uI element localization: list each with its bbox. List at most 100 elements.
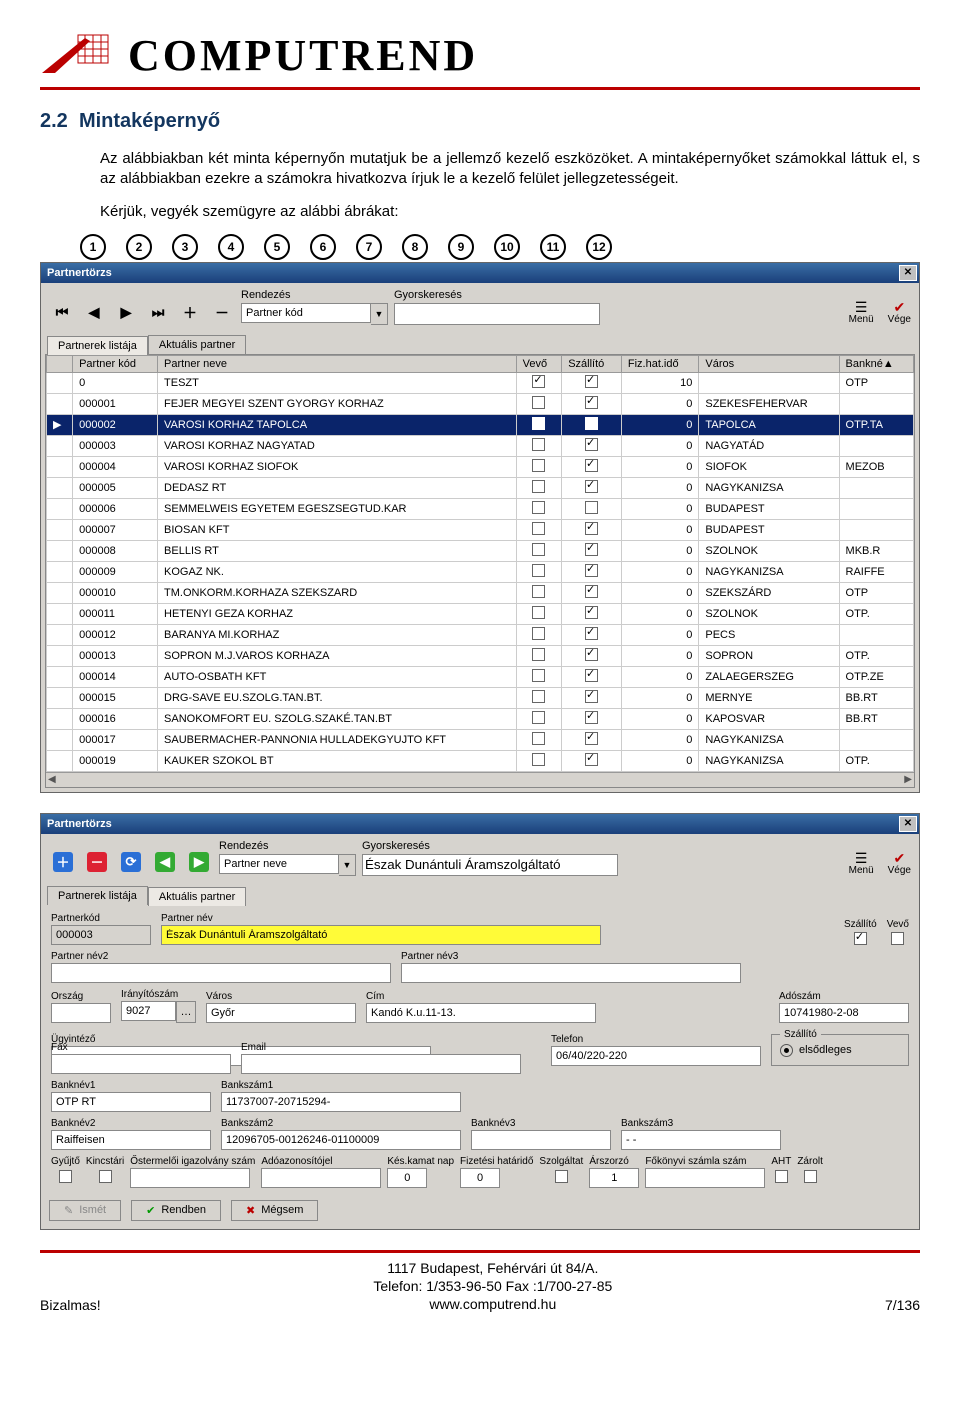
- table-row[interactable]: 000015DRG-SAVE EU.SZOLG.TAN.BT.0MERNYEBB…: [47, 687, 914, 708]
- scroll-left-icon[interactable]: ◀: [48, 774, 56, 785]
- tab-current[interactable]: Aktuális partner: [148, 335, 246, 354]
- bs3-field[interactable]: [621, 1130, 781, 1150]
- varos-field[interactable]: [206, 1003, 356, 1023]
- col-header[interactable]: Partner kód: [73, 355, 158, 372]
- cim-field[interactable]: [366, 1003, 596, 1023]
- col-header[interactable]: Fiz.hat.idő: [621, 355, 699, 372]
- lbl-cim: Cím: [366, 991, 596, 1002]
- table-row[interactable]: 0TESZT10OTP: [47, 372, 914, 393]
- col-header[interactable]: Vevő: [516, 355, 562, 372]
- sort-combo[interactable]: [241, 303, 371, 323]
- fax-field[interactable]: [51, 1054, 231, 1074]
- cancel-icon: ✖: [246, 1204, 255, 1217]
- szallito-check[interactable]: Szállító: [844, 919, 877, 945]
- titlebar-2[interactable]: Partnertörzs ✕: [41, 814, 919, 834]
- partnernev-field[interactable]: [161, 925, 601, 945]
- vevo-check[interactable]: Vevő: [887, 919, 909, 945]
- orszag-field[interactable]: [51, 1003, 111, 1023]
- bs1-field[interactable]: [221, 1092, 461, 1112]
- nav-prev-icon[interactable]: ◀: [85, 305, 103, 321]
- table-row[interactable]: 000003VAROSI KORHAZ NAGYATAD0NAGYATÁD: [47, 435, 914, 456]
- bn2-field[interactable]: [51, 1130, 211, 1150]
- rendben-button[interactable]: ✔Rendben: [131, 1200, 221, 1221]
- small-input[interactable]: [645, 1168, 765, 1188]
- next-icon[interactable]: ▶: [189, 852, 209, 872]
- checkbox[interactable]: [775, 1170, 788, 1183]
- close-button[interactable]: ✔Vége: [888, 300, 911, 325]
- table-row[interactable]: 000009KOGAZ NK.0NAGYKANIZSARAIFFE: [47, 561, 914, 582]
- chevron-down-icon[interactable]: ▼: [339, 854, 356, 876]
- bn3-field[interactable]: [471, 1130, 611, 1150]
- nav-next-icon[interactable]: ▶: [117, 305, 135, 321]
- col-header[interactable]: Szállító: [562, 355, 622, 372]
- col-header[interactable]: Bankné▲: [839, 355, 913, 372]
- tel-field[interactable]: [551, 1046, 761, 1066]
- table-row[interactable]: 000017SAUBERMACHER-PANNONIA HULLADEKGYUJ…: [47, 729, 914, 750]
- table-row[interactable]: 000013SOPRON M.J.VAROS KORHAZA0SOPRONOTP…: [47, 645, 914, 666]
- lookup-icon[interactable]: …: [176, 1001, 196, 1023]
- add-icon[interactable]: ＋: [53, 852, 73, 872]
- nav-first-icon[interactable]: ⏮: [53, 305, 71, 321]
- checkbox[interactable]: [555, 1170, 568, 1183]
- chevron-down-icon[interactable]: ▼: [371, 303, 388, 325]
- irsz-field[interactable]: [121, 1001, 176, 1021]
- nav-remove-icon[interactable]: －: [213, 305, 231, 321]
- table-row[interactable]: 000016SANOKOMFORT EU. SZOLG.SZAKÉ.TAN.BT…: [47, 708, 914, 729]
- scroll-right-icon[interactable]: ▶: [904, 774, 912, 785]
- tab-list[interactable]: Partnerek listája: [47, 336, 148, 355]
- quicksearch-input[interactable]: [394, 303, 600, 325]
- menu-button[interactable]: ☰Menü: [849, 300, 874, 325]
- col-header[interactable]: Partner neve: [158, 355, 517, 372]
- lbl-partnerkod: Partnerkód: [51, 913, 151, 924]
- partner-grid[interactable]: Partner kódPartner neveVevőSzállítóFiz.h…: [46, 355, 914, 772]
- table-row[interactable]: 000006SEMMELWEIS EGYETEM EGESZSEGTUD.KAR…: [47, 498, 914, 519]
- nev2-field[interactable]: [51, 963, 391, 983]
- table-row[interactable]: 000019KAUKER SZOKOL BT0NAGYKANIZSAOTP.: [47, 750, 914, 771]
- table-row[interactable]: 000008BELLIS RT0SZOLNOKMKB.R: [47, 540, 914, 561]
- table-row[interactable]: 000011HETENYI GEZA KORHAZ0SZOLNOKOTP.: [47, 603, 914, 624]
- bs2-field[interactable]: [221, 1130, 461, 1150]
- small-input[interactable]: [387, 1168, 427, 1188]
- table-row[interactable]: 000001FEJER MEGYEI SZENT GYORGY KORHAZ0S…: [47, 393, 914, 414]
- table-row[interactable]: 000007BIOSAN KFT0BUDAPEST: [47, 519, 914, 540]
- small-input[interactable]: [589, 1168, 639, 1188]
- menu-button-2[interactable]: ☰Menü: [849, 851, 874, 876]
- nav-last-icon[interactable]: ⏭: [149, 305, 167, 321]
- table-row[interactable]: ▶000002VAROSI KORHAZ TAPOLCA0TAPOLCAOTP.…: [47, 414, 914, 435]
- tab-list-2[interactable]: Partnerek listája: [47, 886, 148, 905]
- nev3-field[interactable]: [401, 963, 741, 983]
- close-icon[interactable]: ✕: [899, 816, 917, 832]
- table-row[interactable]: 000004VAROSI KORHAZ SIOFOK0SIOFOKMEZOB: [47, 456, 914, 477]
- sort-combo-2[interactable]: [219, 854, 339, 874]
- close-icon[interactable]: ✕: [899, 265, 917, 281]
- tab-current-2[interactable]: Aktuális partner: [148, 887, 246, 906]
- h-scrollbar[interactable]: ◀▶: [46, 772, 914, 787]
- close-button-2[interactable]: ✔Vége: [888, 851, 911, 876]
- checkbox[interactable]: [59, 1170, 72, 1183]
- table-row[interactable]: 000014AUTO-OSBATH KFT0ZALAEGERSZEGOTP.ZE: [47, 666, 914, 687]
- checkbox[interactable]: [804, 1170, 817, 1183]
- refresh-icon[interactable]: ⟳: [121, 852, 141, 872]
- small-input[interactable]: [130, 1168, 250, 1188]
- window-title-1: Partnertörzs: [47, 267, 112, 279]
- titlebar-1[interactable]: Partnertörzs ✕: [41, 263, 919, 283]
- partnerkod-field[interactable]: [51, 925, 151, 945]
- adoszam-field[interactable]: [779, 1003, 909, 1023]
- bn1-field[interactable]: [51, 1092, 211, 1112]
- col-header[interactable]: Város: [699, 355, 839, 372]
- ismet-button[interactable]: ✎Ismét: [49, 1200, 121, 1221]
- quicksearch-input-2[interactable]: [362, 854, 618, 876]
- radio-elsodleges[interactable]: elsődleges: [780, 1044, 900, 1057]
- small-input[interactable]: [261, 1168, 381, 1188]
- table-row[interactable]: 000005DEDASZ RT0NAGYKANIZSA: [47, 477, 914, 498]
- small-input[interactable]: [460, 1168, 500, 1188]
- checkbox[interactable]: [99, 1170, 112, 1183]
- delete-icon[interactable]: －: [87, 852, 107, 872]
- table-row[interactable]: 000010TM.ONKORM.KORHAZA SZEKSZARD0SZEKSZ…: [47, 582, 914, 603]
- email-field[interactable]: [241, 1054, 521, 1074]
- nav-add-icon[interactable]: ＋: [181, 305, 199, 321]
- prev-icon[interactable]: ◀: [155, 852, 175, 872]
- megsem-button[interactable]: ✖Mégsem: [231, 1200, 318, 1221]
- col-header[interactable]: [47, 355, 73, 372]
- table-row[interactable]: 000012BARANYA MI.KORHAZ0PECS: [47, 624, 914, 645]
